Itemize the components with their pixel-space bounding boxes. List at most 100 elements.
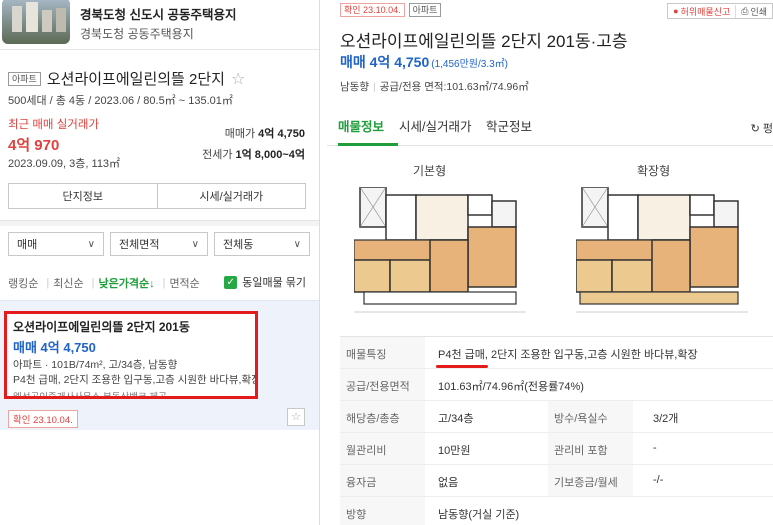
detail-title: 오션라이프에일린의뜰 2단지 201동·고층 — [340, 32, 628, 51]
chevron-down-icon: ∨ — [191, 238, 199, 250]
complex-header: 아파트 오션라이프에일린의뜰 2단지 ☆ — [8, 68, 245, 89]
checkbox-icon: ✓ — [224, 275, 238, 289]
tab-listing-info[interactable]: 매물정보 — [338, 116, 384, 135]
chevron-down-icon: ∨ — [293, 238, 301, 250]
price-per-area: (1,456만원/3.3㎡) — [431, 59, 509, 70]
recent-trade-label: 최근 매매 실거래가 — [8, 119, 100, 131]
floor-plan-extended[interactable] — [576, 187, 748, 317]
tab-price-history[interactable]: 시세/실거래가 — [399, 116, 471, 135]
divider — [0, 220, 319, 226]
complex-name[interactable]: 오션라이프에일린의뜰 2단지 — [47, 68, 225, 89]
sort-area[interactable]: 면적순 — [169, 275, 199, 291]
listing-detail-table: 매물특징 P4천 급매, 2단지 조용한 입구동,고층 시원한 바다뷰,확장 공… — [340, 336, 773, 525]
trade-type-select[interactable]: 매매 ∨ — [8, 232, 104, 256]
active-tab-indicator — [338, 143, 398, 146]
detail-panel: 확인 23.10.04. 아파트 ● 허위매물신고 ⎙ 인쇄 오션라이프에일린의… — [327, 0, 773, 525]
area-value: 전체면적 — [119, 239, 160, 251]
sale-price: 매매가 4억 4,750 — [225, 125, 305, 141]
fee-value: 10만원 — [438, 445, 471, 457]
jeonse-price: 전세가 1억 8,000~4억 — [202, 146, 305, 162]
type-tag: 아파트 — [8, 71, 41, 86]
deposit-value: -/- — [653, 474, 664, 486]
recent-trade-date: 2023.09.09, 3층, 113㎡ — [8, 158, 121, 170]
loan-value: 없음 — [438, 477, 459, 489]
plan-label-extended: 확장형 — [637, 164, 671, 178]
complex-button-row: 단지정보 시세/실거래가 — [8, 183, 306, 209]
complex-card-title: 경북도청 신도시 공동주택용지 — [80, 8, 237, 22]
table-row: 방향 남동향(거실 기준) — [340, 497, 773, 525]
loan-label: 융자금 — [340, 465, 425, 496]
detail-area: 공급/전용 면적:101.63㎡/74.96㎡ — [379, 81, 529, 93]
sale-price-value: 4억 4,750 — [258, 128, 305, 140]
sort-bar: 랭킹순 | 최신순 | 낮은가격순↓ | 면적순 ✓ 동일매물 묶기 — [8, 275, 308, 291]
sale-price-label: 매매가 — [224, 128, 256, 140]
jeonse-price-label: 전세가 — [202, 149, 233, 161]
plan-label-basic: 기본형 — [413, 164, 447, 178]
favorite-star-icon[interactable]: ☆ — [287, 408, 305, 426]
detail-price-value: 매매 4억 4,750 — [340, 54, 430, 70]
chevron-down-icon: ∨ — [87, 238, 95, 250]
area-label: 공급/전용면적 — [340, 369, 425, 400]
report-button[interactable]: ● 허위매물신고 — [668, 5, 735, 18]
table-row: 매물특징 P4천 급매, 2단지 조용한 입구동,고층 시원한 바다뷰,확장 — [340, 337, 773, 369]
listing-panel: 경북도청 신도시 공동주택용지 경북도청 공동주택용지 아파트 오션라이프에일린… — [0, 0, 320, 525]
tab-school-info[interactable]: 학군정보 — [486, 116, 532, 135]
confirmed-date-tag: 확인 23.10.04. — [340, 3, 405, 17]
trade-type-value: 매매 — [17, 239, 38, 251]
complex-card-subtitle: 경북도청 공동주택용지 — [80, 27, 194, 41]
detail-direction: 남동향 — [340, 81, 369, 93]
feature-value: P4천 급매, 2단지 조용한 입구동,고층 시원한 바다뷰,확장 — [438, 349, 698, 361]
favorite-star-icon[interactable]: ☆ — [231, 69, 245, 89]
report-label: 허위매물신고 — [680, 6, 731, 17]
filter-bar: 매매 ∨ 전체면적 ∨ 전체동 ∨ — [8, 232, 310, 256]
type-tag: 아파트 — [408, 3, 442, 17]
detail-tabs: 매물정보 시세/실거래가 학군정보 ↻ 펑 — [327, 104, 773, 146]
sort-latest[interactable]: 최신순 — [53, 275, 83, 291]
group-same-listing-toggle[interactable]: ✓ 동일매물 묶기 — [224, 274, 306, 290]
listing-agent: 엘선공인중개사사무소 부동산뱅크 제공 — [13, 392, 167, 399]
complex-summary-card[interactable]: 경북도청 신도시 공동주택용지 경북도청 공동주택용지 — [0, 0, 319, 50]
building-select[interactable]: 전체동 ∨ — [214, 232, 310, 256]
price-history-button[interactable]: 시세/실거래가 — [156, 184, 305, 208]
rooms-value: 3/2개 — [653, 413, 679, 425]
feature-label: 매물특징 — [340, 337, 425, 368]
group-same-listing-label: 동일매물 묶기 — [242, 277, 306, 289]
table-row: 공급/전용면적 101.63㎡/74.96㎡(전용률74%) — [340, 369, 773, 401]
building-value: 전체동 — [223, 239, 254, 251]
sort-ranking[interactable]: 랭킹순 — [8, 275, 38, 291]
complex-meta: 500세대 / 총 4동 / 2023.06 / 80.5㎡ ~ 135.01㎡ — [8, 95, 233, 107]
listing-card[interactable]: 오션라이프에일린의뜰 2단지 201동 매매 4억 4,750 아파트 · 10… — [4, 311, 258, 399]
direction-value: 남동향(거실 기준) — [438, 509, 520, 521]
print-icon: ⎙ — [741, 5, 749, 16]
fee-included-label: 관리비 포함 — [548, 433, 633, 464]
recent-trade-price: 4억 970 — [8, 137, 60, 154]
listing-title: 오션라이프에일린의뜰 2단지 201동 — [13, 320, 190, 334]
area-select[interactable]: 전체면적 ∨ — [110, 232, 208, 256]
jeonse-price-value: 1억 8,000~4억 — [235, 149, 305, 161]
fee-included-value: - — [653, 442, 657, 454]
table-row: 융자금 없음 기보증금/월세 -/- — [340, 465, 773, 497]
refresh-button[interactable]: ↻ 펑 — [751, 120, 773, 136]
deposit-label: 기보증금/월세 — [548, 465, 633, 496]
siren-icon: ● — [673, 6, 679, 16]
floor-label: 해당층/총층 — [340, 401, 425, 432]
rooms-label: 방수/욕실수 — [548, 401, 633, 432]
complex-info-button[interactable]: 단지정보 — [9, 184, 157, 208]
highlight-underline — [436, 365, 488, 368]
listing-description: P4천 급매, 2단지 조용한 입구동,고층 시원한 바다뷰,확장 — [13, 374, 258, 386]
listing-spec: 아파트 · 101B/74m², 고/34층, 남동향 — [13, 359, 178, 371]
complex-thumbnail — [2, 0, 70, 44]
confirmed-date-tag: 확인 23.10.04. — [8, 410, 78, 428]
print-label: 인쇄 — [750, 6, 767, 17]
fee-label: 월관리비 — [340, 433, 425, 464]
detail-actions: ● 허위매물신고 ⎙ 인쇄 — [667, 3, 773, 19]
print-button[interactable]: ⎙ 인쇄 — [735, 4, 772, 18]
detail-meta: 남동향 | 공급/전용 면적:101.63㎡/74.96㎡ — [340, 81, 529, 93]
area-value: 101.63㎡/74.96㎡(전용률74%) — [438, 381, 584, 393]
detail-price: 매매 4억 4,750 (1,456만원/3.3㎡) — [340, 52, 508, 72]
floor-plan-basic[interactable] — [354, 187, 526, 317]
detail-tags: 확인 23.10.04. 아파트 — [340, 3, 442, 17]
listing-price: 매매 4억 4,750 — [13, 340, 96, 355]
sort-lowest-price[interactable]: 낮은가격순↓ — [98, 275, 154, 291]
table-row: 해당층/총층 고/34층 방수/욕실수 3/2개 — [340, 401, 773, 433]
